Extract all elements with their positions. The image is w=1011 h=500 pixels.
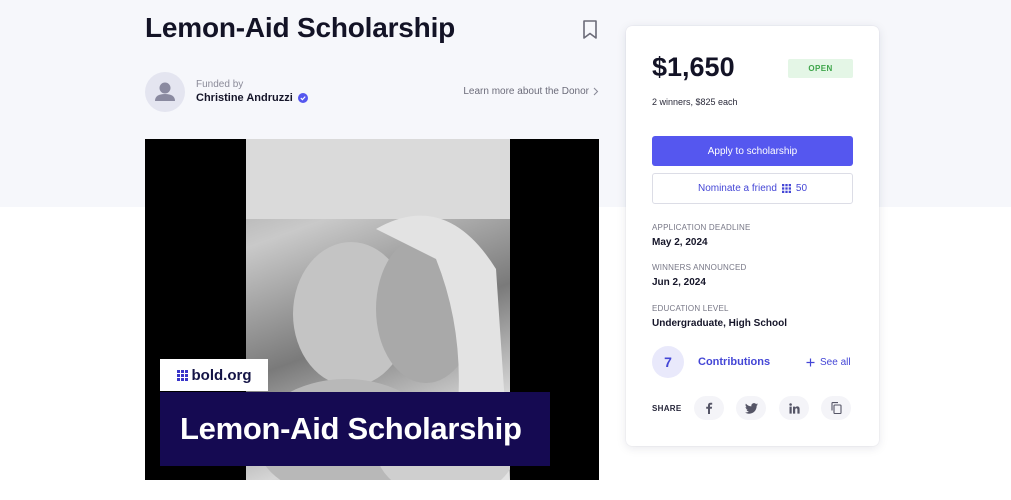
plus-icon bbox=[806, 358, 815, 367]
deadline-label: APPLICATION DEADLINE bbox=[652, 223, 751, 232]
chevron-right-icon bbox=[593, 87, 599, 96]
donor-name-text: Christine Andruzzi bbox=[196, 92, 293, 104]
see-all-text: See all bbox=[820, 357, 851, 368]
contributions-label[interactable]: Contributions bbox=[698, 356, 770, 368]
nominate-label: Nominate a friend bbox=[697, 183, 777, 194]
bookmark-icon[interactable] bbox=[580, 19, 600, 41]
grid-logo-icon bbox=[176, 369, 188, 381]
hero-banner: Lemon-Aid Scholarship bbox=[160, 392, 550, 466]
scholarship-summary-card: $1,650 OPEN 2 winners, $825 each Apply t… bbox=[626, 26, 879, 446]
donor-name[interactable]: Christine Andruzzi bbox=[196, 92, 308, 104]
avatar[interactable] bbox=[145, 72, 185, 112]
winners-announced-label: WINNERS ANNOUNCED bbox=[652, 263, 747, 272]
share-facebook-button[interactable] bbox=[694, 396, 724, 420]
nominate-friend-button[interactable]: Nominate a friend 50 bbox=[652, 173, 853, 204]
nominate-points: 50 bbox=[795, 183, 808, 194]
share-twitter-button[interactable] bbox=[736, 396, 766, 420]
status-badge: OPEN bbox=[788, 59, 853, 78]
linkedin-icon bbox=[788, 402, 800, 414]
share-linkedin-button[interactable] bbox=[779, 396, 809, 420]
bold-org-logo: bold.org bbox=[160, 359, 268, 391]
winners-info: 2 winners, $825 each bbox=[652, 97, 738, 107]
award-amount: $1,650 bbox=[652, 52, 735, 82]
education-level-label: EDUCATION LEVEL bbox=[652, 304, 729, 313]
page-title: Lemon-Aid Scholarship bbox=[145, 12, 456, 43]
twitter-icon bbox=[744, 402, 758, 414]
learn-more-text: Learn more about the Donor bbox=[463, 86, 589, 97]
hero-banner-title: Lemon-Aid Scholarship bbox=[180, 411, 522, 446]
funded-by-label: Funded by bbox=[196, 79, 244, 90]
donor-row: Funded by Christine Andruzzi Learn more … bbox=[145, 72, 599, 112]
bold-org-text: bold.org bbox=[191, 366, 252, 384]
apply-button[interactable]: Apply to scholarship bbox=[652, 136, 853, 166]
winners-announced-value: Jun 2, 2024 bbox=[652, 277, 706, 288]
see-all-link[interactable]: See all bbox=[806, 357, 851, 368]
learn-more-donor-link[interactable]: Learn more about the Donor bbox=[463, 86, 599, 97]
scholarship-hero-image: bold.org Lemon-Aid Scholarship bbox=[145, 139, 599, 480]
share-label: SHARE bbox=[652, 404, 682, 413]
education-level-value: Undergraduate, High School bbox=[652, 318, 788, 329]
facebook-icon bbox=[706, 402, 713, 414]
copy-link-button[interactable] bbox=[821, 396, 851, 420]
copy-icon bbox=[830, 402, 842, 414]
user-icon bbox=[155, 82, 175, 101]
deadline-value: May 2, 2024 bbox=[652, 237, 708, 248]
verified-icon bbox=[297, 93, 308, 103]
contributions-count: 7 bbox=[652, 346, 684, 378]
grid-points-icon bbox=[781, 184, 791, 193]
